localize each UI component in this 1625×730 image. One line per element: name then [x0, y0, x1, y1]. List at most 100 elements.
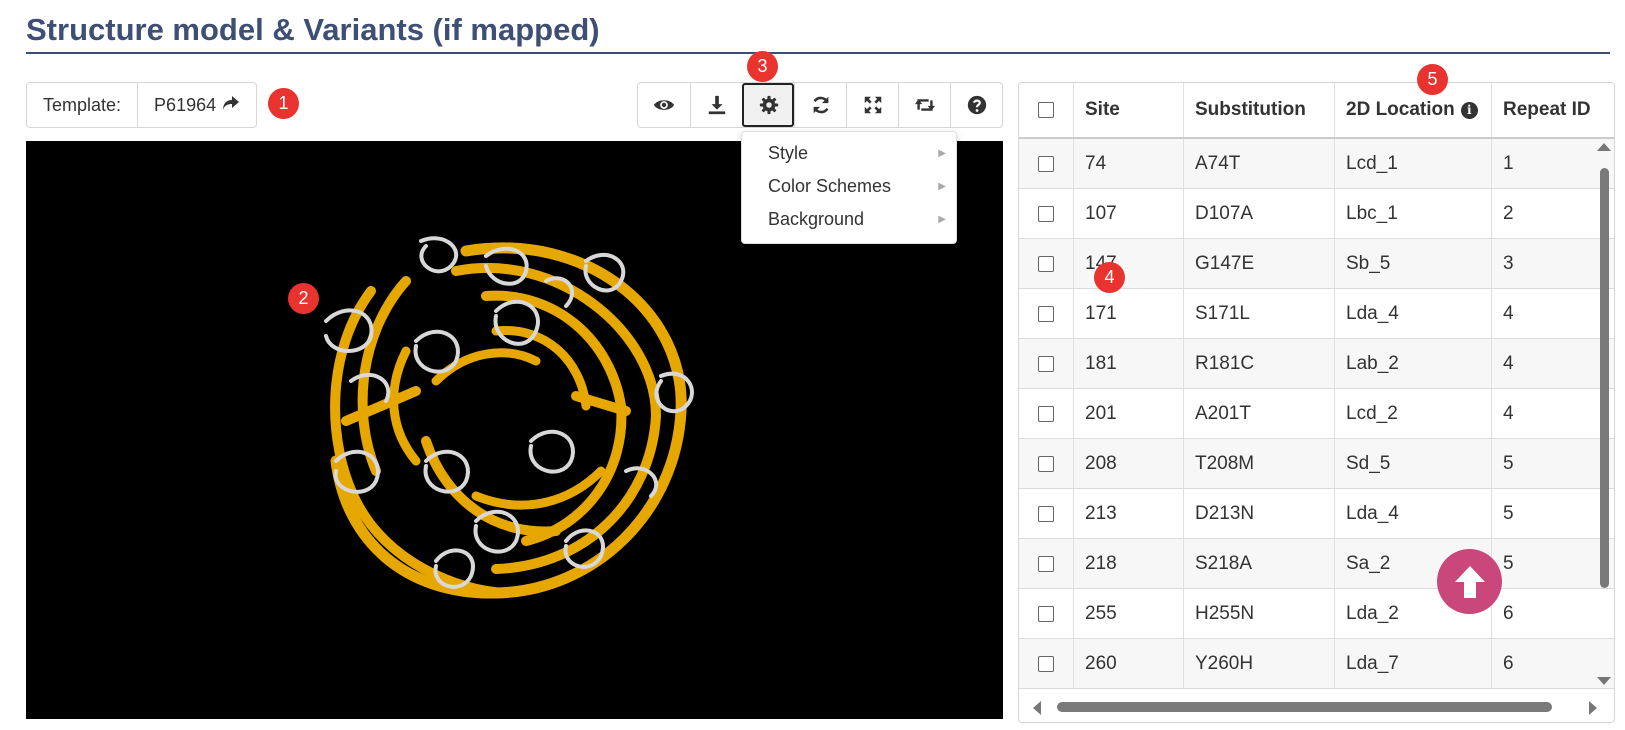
row-checkbox[interactable] [1038, 205, 1054, 222]
table-row[interactable]: 213 D213N Lda_4 5 [1019, 489, 1614, 539]
select-all-checkbox[interactable] [1038, 102, 1054, 118]
cell-repeat-id: 6 [1503, 652, 1514, 674]
download-icon [708, 95, 725, 115]
question-icon [967, 95, 986, 115]
row-checkbox-cell [1019, 289, 1074, 338]
scroll-left-arrow-icon[interactable] [1033, 701, 1041, 715]
table-row[interactable]: 201 A201T Lcd_2 4 [1019, 389, 1614, 439]
annotation-badge-2: 2 [288, 283, 319, 314]
cell-repeat-id: 2 [1503, 202, 1514, 224]
cell-site: 147 [1074, 239, 1184, 288]
row-checkbox[interactable] [1038, 605, 1054, 622]
help-button[interactable] [950, 83, 1002, 127]
cell-location: Lcd_1 [1335, 139, 1492, 188]
cell-substitution: A201T [1184, 389, 1335, 438]
table-row[interactable]: 260 Y260H Lda_7 6 [1019, 639, 1614, 689]
row-checkbox-cell [1019, 589, 1074, 638]
cell-substitution: A74T [1184, 139, 1335, 188]
row-checkbox[interactable] [1038, 655, 1054, 672]
cell-site: 218 [1074, 539, 1184, 588]
menu-item-style[interactable]: Style ▶ [742, 137, 956, 170]
arrow-up-icon [1454, 565, 1485, 598]
scroll-down-arrow-icon[interactable] [1597, 677, 1611, 685]
menu-item-background[interactable]: Background ▶ [742, 203, 956, 236]
page-title: Structure model & Variants (if mapped) [26, 12, 600, 47]
info-icon[interactable]: i [1460, 101, 1478, 119]
cell-substitution: R181C [1184, 339, 1335, 388]
cell-substitution: S218A [1184, 539, 1335, 588]
column-header-repeat-id[interactable]: Repeat ID [1492, 83, 1602, 137]
template-label: Template: [43, 94, 122, 115]
cell-location: Lab_2 [1335, 339, 1492, 388]
annotation-badge-4: 4 [1094, 262, 1125, 293]
vertical-scroll-thumb[interactable] [1600, 168, 1609, 588]
column-header-location[interactable]: 2D Location i [1335, 83, 1492, 137]
variants-table: Site Substitution 2D Location i Repeat I… [1018, 82, 1615, 723]
refresh-icon [812, 96, 829, 114]
table-row[interactable]: 74 A74T Lcd_1 1 [1019, 139, 1614, 189]
scroll-to-top-button[interactable] [1437, 549, 1502, 614]
row-checkbox[interactable] [1038, 355, 1054, 372]
cell-repeat-id: 1 [1503, 152, 1514, 174]
row-checkbox[interactable] [1038, 555, 1054, 572]
select-all-checkbox-cell [1019, 83, 1074, 137]
horizontal-scrollbar[interactable] [1027, 700, 1597, 715]
cell-site: 74 [1074, 139, 1184, 188]
table-row[interactable]: 107 D107A Lbc_1 2 [1019, 189, 1614, 239]
table-row[interactable]: 208 T208M Sd_5 5 [1019, 439, 1614, 489]
row-checkbox[interactable] [1038, 305, 1054, 322]
table-row[interactable]: 171 S171L Lda_4 4 [1019, 289, 1614, 339]
cell-substitution: Y260H [1184, 639, 1335, 688]
cell-location: Sb_5 [1335, 239, 1492, 288]
cell-site: 255 [1074, 589, 1184, 638]
template-link[interactable]: P61964 [137, 83, 256, 127]
row-checkbox[interactable] [1038, 155, 1054, 172]
table-row[interactable]: 218 S218A Sa_2 5 [1019, 539, 1614, 589]
row-checkbox[interactable] [1038, 405, 1054, 422]
row-checkbox[interactable] [1038, 455, 1054, 472]
cell-location: Lda_4 [1335, 489, 1492, 538]
cell-repeat-id: 5 [1503, 552, 1514, 574]
fullscreen-button[interactable] [846, 83, 898, 127]
row-checkbox-cell [1019, 239, 1074, 288]
column-header-substitution[interactable]: Substitution [1184, 83, 1335, 137]
retweet-icon [914, 99, 935, 111]
menu-item-color-schemes[interactable]: Color Schemes ▶ [742, 170, 956, 203]
cell-location: Lcd_2 [1335, 389, 1492, 438]
row-checkbox-cell [1019, 639, 1074, 688]
settings-menu: Style ▶ Color Schemes ▶ Background ▶ [741, 131, 957, 244]
column-header-site[interactable]: Site [1074, 83, 1184, 137]
row-checkbox-cell [1019, 339, 1074, 388]
title-divider [26, 52, 1610, 54]
cell-substitution: S171L [1184, 289, 1335, 338]
reset-view-button[interactable] [794, 83, 846, 127]
cell-site: 213 [1074, 489, 1184, 538]
scroll-up-arrow-icon[interactable] [1597, 143, 1611, 151]
vertical-scrollbar[interactable] [1597, 143, 1611, 713]
annotation-badge-5: 5 [1417, 64, 1448, 95]
settings-button[interactable] [742, 83, 794, 127]
caret-right-icon: ▶ [938, 181, 946, 192]
cell-site: 171 [1074, 289, 1184, 338]
row-checkbox-cell [1019, 389, 1074, 438]
row-checkbox-cell [1019, 189, 1074, 238]
cell-site: 107 [1074, 189, 1184, 238]
template-id[interactable]: P61964 [154, 95, 216, 116]
cell-repeat-id: 5 [1503, 452, 1514, 474]
caret-right-icon: ▶ [938, 148, 946, 159]
cell-location: Lda_4 [1335, 289, 1492, 338]
toggle-visibility-button[interactable] [638, 83, 690, 127]
row-checkbox[interactable] [1038, 505, 1054, 522]
table-row[interactable]: 255 H255N Lda_2 6 [1019, 589, 1614, 639]
viewer-toolbar [637, 82, 1003, 128]
table-row[interactable]: 181 R181C Lab_2 4 [1019, 339, 1614, 389]
gear-icon [759, 95, 778, 115]
horizontal-scroll-thumb[interactable] [1057, 702, 1552, 712]
download-button[interactable] [690, 83, 742, 127]
cell-substitution: D107A [1184, 189, 1335, 238]
cell-site: 181 [1074, 339, 1184, 388]
row-checkbox[interactable] [1038, 255, 1054, 272]
scroll-right-arrow-icon[interactable] [1589, 701, 1597, 715]
spin-button[interactable] [898, 83, 950, 127]
eye-icon [653, 100, 675, 110]
